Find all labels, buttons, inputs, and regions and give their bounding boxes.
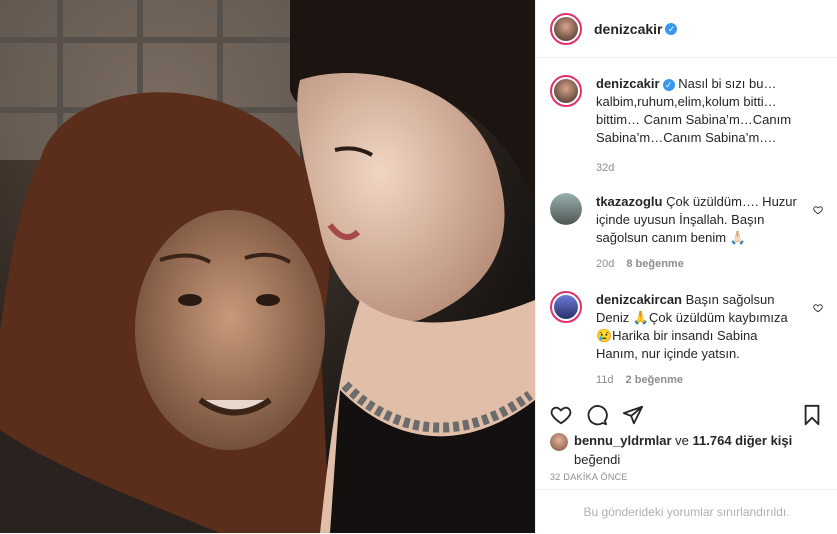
likes-others[interactable]: 11.764 diğer kişi bbox=[693, 433, 793, 448]
comment-likes[interactable]: 8 beğenme bbox=[626, 258, 683, 270]
likes-summary: bennu_yldrmlar ve 11.764 diğer kişi beğe… bbox=[550, 432, 823, 469]
caption-avatar[interactable] bbox=[550, 75, 582, 107]
likes-connector: ve bbox=[675, 433, 689, 448]
comments-restricted-notice: Bu gönderideki yorumlar sınırlandırıldı. bbox=[536, 489, 837, 534]
caption-username[interactable]: denizcakir bbox=[596, 76, 660, 91]
comment-likes[interactable]: 2 beğenme bbox=[626, 374, 683, 386]
comment-username[interactable]: denizcakircan bbox=[596, 292, 682, 307]
caption-body: denizcakir ✓ Nasıl bi sızı bu… kalbim,ruh… bbox=[596, 75, 823, 177]
liker-username[interactable]: bennu_yldrmlar bbox=[574, 433, 672, 448]
caption-meta: 32d bbox=[596, 159, 823, 177]
comment-item: tkazazoglu Çok üzüldüm…. Huzur içinde uy… bbox=[550, 193, 823, 273]
instagram-post: denizcakir ✓ denizcakir ✓ Nasıl bi sızı b… bbox=[0, 0, 837, 533]
comment-like-heart-icon[interactable] bbox=[813, 303, 823, 313]
caption-age[interactable]: 32d bbox=[596, 162, 614, 174]
liker-avatar[interactable] bbox=[550, 432, 568, 451]
comment-item: denizcakircan Başın sağolsun Deniz 🙏Çok … bbox=[550, 291, 823, 389]
verified-badge-icon: ✓ bbox=[665, 22, 678, 35]
comment-age[interactable]: 20d bbox=[596, 258, 614, 270]
post-header: denizcakir ✓ bbox=[536, 0, 837, 58]
likes-suffix: beğendi bbox=[574, 451, 621, 467]
comment-body: tkazazoglu Çok üzüldüm…. Huzur içinde uy… bbox=[596, 193, 823, 273]
author-avatar[interactable] bbox=[550, 12, 582, 45]
comment-age[interactable]: 11d bbox=[596, 374, 614, 386]
post-timestamp[interactable]: 32 DAKİKA ÖNCE bbox=[550, 472, 628, 482]
comment-meta: 11d 2 beğenme bbox=[596, 371, 801, 389]
bookmark-icon[interactable] bbox=[801, 404, 823, 426]
action-bar bbox=[536, 400, 837, 430]
caption: denizcakir ✓ Nasıl bi sızı bu… kalbim,ruh… bbox=[550, 75, 823, 177]
comment-icon[interactable] bbox=[586, 404, 608, 426]
author-username[interactable]: denizcakir bbox=[594, 21, 662, 37]
share-icon[interactable] bbox=[622, 404, 644, 426]
heart-icon[interactable] bbox=[550, 404, 572, 426]
verified-badge-icon: ✓ bbox=[662, 78, 675, 91]
comment-body: denizcakircan Başın sağolsun Deniz 🙏Çok … bbox=[596, 291, 823, 389]
post-photo[interactable] bbox=[0, 0, 535, 533]
comment-avatar[interactable] bbox=[550, 291, 582, 323]
comment-avatar[interactable] bbox=[550, 193, 582, 225]
comment-like-heart-icon[interactable] bbox=[813, 205, 823, 215]
photo-illustration bbox=[0, 0, 535, 533]
post-side-panel: denizcakir ✓ denizcakir ✓ Nasıl bi sızı b… bbox=[535, 0, 837, 533]
comment-meta: 20d 8 beğenme bbox=[596, 255, 801, 273]
comment-username[interactable]: tkazazoglu bbox=[596, 194, 662, 209]
comments-list: denizcakir ✓ Nasıl bi sızı bu… kalbim,ruh… bbox=[536, 58, 837, 400]
